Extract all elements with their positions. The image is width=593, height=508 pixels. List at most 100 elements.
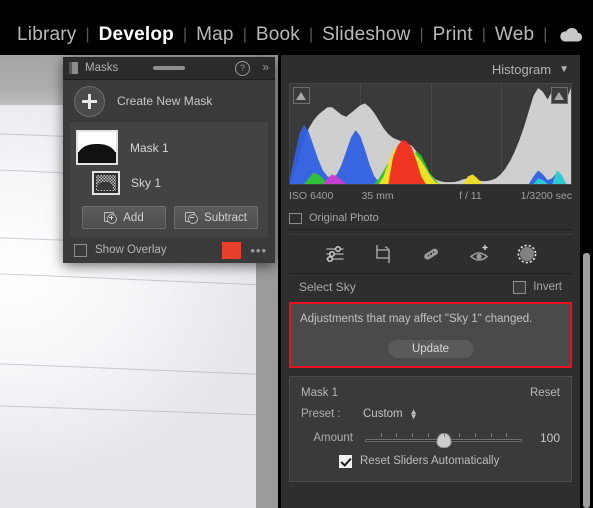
power-line — [0, 273, 278, 288]
tool-strip — [289, 234, 572, 274]
histogram-chart[interactable] — [289, 83, 572, 185]
exif-iso[interactable]: ISO 6400 — [289, 190, 362, 202]
mask-settings-title: Mask 1 — [301, 387, 339, 399]
exif-focal-length[interactable]: 35 mm — [362, 190, 435, 202]
slider-tick — [396, 433, 398, 437]
drag-grip-icon[interactable] — [153, 66, 185, 70]
module-tab-library[interactable]: Library — [8, 20, 85, 50]
mask-settings-panel: Mask 1 Reset Preset : Custom ▲ ▼ Amount 1… — [289, 376, 572, 482]
slider-tick — [427, 433, 429, 437]
basic-adjustments-icon[interactable] — [324, 243, 346, 265]
slider-tick — [380, 433, 382, 437]
preset-row: Preset : Custom ▲ ▼ — [301, 402, 560, 426]
mask-thumbnail — [76, 130, 118, 165]
sky-1-label: Sky 1 — [131, 176, 162, 190]
stepper-up-down-icon[interactable]: ▲ ▼ — [410, 408, 418, 421]
red-eye-correction-icon[interactable] — [468, 243, 490, 265]
highlight-clipping-icon[interactable] — [551, 87, 568, 104]
amount-slider[interactable] — [365, 430, 522, 448]
module-separator: | — [543, 26, 548, 43]
masks-panel-title: Masks — [85, 62, 119, 74]
crop-overlay-icon[interactable] — [372, 243, 394, 265]
thumb-mountain-shape — [97, 182, 113, 190]
histogram-plot — [290, 88, 571, 184]
chevron-down-icon[interactable]: ▼ — [559, 64, 569, 75]
create-new-mask-label: Create New Mask — [117, 94, 213, 108]
add-mask-icon — [104, 211, 118, 224]
slider-tick — [412, 433, 414, 437]
cloud-sync-icon[interactable] — [558, 26, 584, 44]
preset-label: Preset : — [301, 408, 341, 420]
mask-settings-header: Mask 1 Reset — [301, 384, 560, 402]
plus-circle-icon — [74, 85, 105, 117]
slider-tick — [490, 433, 492, 437]
show-overlay-label: Show Overlay — [95, 244, 167, 256]
masks-panel-header[interactable]: Masks ? » — [63, 57, 275, 80]
mask-tool-header: Select Sky Invert — [289, 274, 572, 300]
masks-panel: Masks ? » Create New Mask Mask 1 Sky 1 A… — [63, 57, 275, 263]
reset-sliders-automatically-checkbox[interactable] — [339, 454, 352, 468]
add-subtract-row: Add Subtract — [70, 199, 268, 229]
auto-reset-row[interactable]: Reset Sliders Automatically — [301, 450, 560, 472]
right-panel: Histogram ▼ ISO 6400 35 mm f / 11 1/3200… — [278, 55, 580, 508]
update-notice-box: Adjustments that may affect "Sky 1" chan… — [289, 302, 572, 368]
slider-tick — [459, 433, 461, 437]
list-item-mask-1[interactable]: Mask 1 — [70, 128, 268, 167]
exif-aperture[interactable]: f / 11 — [434, 190, 507, 202]
slider-tick — [474, 433, 476, 437]
right-panel-scrollbar[interactable] — [580, 55, 593, 508]
invert-checkbox[interactable] — [513, 280, 527, 294]
show-overlay-row: Show Overlay ••• — [63, 237, 275, 263]
reset-button[interactable]: Reset — [530, 387, 560, 399]
subtract-button[interactable]: Subtract — [174, 206, 258, 229]
module-picker-bar: Library | Develop | Map | Book | Slideshow | Print… — [0, 0, 593, 55]
amount-row: Amount 100 — [301, 426, 560, 450]
mask-1-label: Mask 1 — [130, 140, 169, 155]
update-notice-message: Adjustments that may affect "Sky 1" chan… — [300, 313, 533, 325]
histogram-header[interactable]: Histogram ▼ — [281, 55, 580, 83]
add-button-label: Add — [123, 211, 144, 224]
histogram-title: Histogram — [491, 61, 552, 77]
module-tab-web[interactable]: Web — [486, 20, 543, 50]
amount-value[interactable]: 100 — [522, 431, 560, 445]
subtract-button-label: Subtract — [204, 211, 247, 224]
sky-selection-thumbnail — [92, 171, 120, 195]
amount-label: Amount — [313, 432, 353, 444]
thumb-ground-shape — [78, 152, 116, 163]
update-button[interactable]: Update — [387, 340, 474, 358]
original-photo-checkbox[interactable] — [289, 212, 302, 224]
double-chevron-right-icon[interactable]: » — [262, 60, 269, 74]
select-sky-label: Select Sky — [299, 280, 356, 294]
module-tab-book[interactable]: Book — [247, 20, 309, 50]
shadow-clipping-icon[interactable] — [293, 87, 310, 104]
vertical-scrollbar-thumb[interactable] — [583, 253, 590, 508]
lightroom-develop-window: Library | Develop | Map | Book | Slideshow | Print… — [0, 0, 593, 508]
module-tab-print[interactable]: Print — [424, 20, 482, 50]
module-tab-map[interactable]: Map — [187, 20, 243, 50]
mask-list: Mask 1 Sky 1 Add Subtract — [70, 122, 268, 237]
invert-label: Invert — [533, 281, 562, 293]
slider-tick — [443, 433, 445, 437]
reset-sliders-automatically-label: Reset Sliders Automatically — [360, 455, 500, 467]
invert-control[interactable]: Invert — [513, 280, 562, 294]
create-new-mask-button[interactable]: Create New Mask — [63, 80, 275, 122]
masking-icon[interactable] — [516, 243, 538, 265]
slider-tick — [506, 433, 508, 437]
list-item-sky-1[interactable]: Sky 1 — [70, 167, 268, 199]
original-photo-row[interactable]: Original Photo — [289, 207, 572, 230]
power-line — [0, 405, 278, 418]
power-line — [0, 363, 278, 377]
preset-select[interactable]: Custom — [363, 408, 403, 420]
exif-shutter-speed[interactable]: 1/3200 sec — [507, 190, 572, 202]
healing-brush-icon[interactable] — [420, 243, 442, 265]
original-photo-label: Original Photo — [309, 212, 379, 224]
panel-grab-icon[interactable] — [69, 62, 78, 74]
overlay-color-swatch[interactable] — [222, 241, 242, 259]
show-overlay-checkbox[interactable] — [74, 243, 87, 257]
info-icon[interactable]: ? — [235, 61, 250, 76]
module-tab-slideshow[interactable]: Slideshow — [313, 20, 419, 50]
more-options-icon[interactable]: ••• — [250, 243, 267, 258]
module-tab-develop[interactable]: Develop — [90, 20, 183, 50]
exif-info-row: ISO 6400 35 mm f / 11 1/3200 sec — [289, 185, 572, 207]
add-button[interactable]: Add — [82, 206, 166, 229]
